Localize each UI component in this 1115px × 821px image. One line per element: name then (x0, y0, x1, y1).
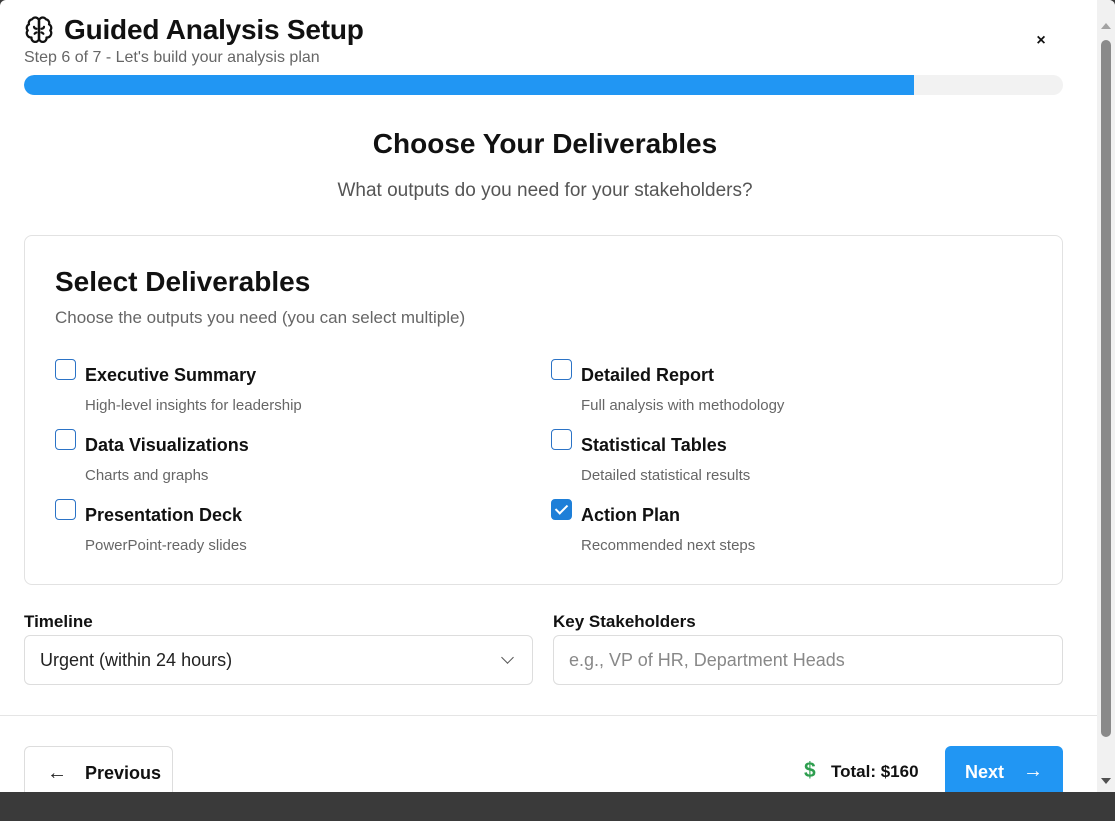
timeline-label: Timeline (24, 612, 93, 631)
scroll-thumb[interactable] (1101, 40, 1111, 737)
option-action-plan[interactable]: Action Plan Recommended next steps (551, 499, 1011, 559)
checkbox[interactable] (551, 359, 572, 380)
stakeholders-label: Key Stakeholders (553, 612, 696, 631)
progress-fill (24, 75, 915, 95)
total-price: Total: $160 (831, 762, 919, 781)
dialog-title: Guided Analysis Setup (64, 14, 364, 45)
option-label: Data Visualizations (85, 435, 249, 455)
dialog-header: Guided Analysis Setup Step 6 of 7 - Let'… (24, 12, 1064, 67)
checkbox[interactable] (55, 499, 76, 520)
step-description: What outputs do you need for your stakeh… (337, 180, 753, 201)
option-description: Detailed statistical results (581, 467, 751, 484)
card-subtitle: Choose the outputs you need (you can sel… (55, 308, 466, 327)
close-button[interactable]: × (1030, 30, 1052, 52)
option-detailed-report[interactable]: Detailed Report Full analysis with metho… (551, 359, 1011, 419)
scroll-down-arrow[interactable] (1101, 778, 1111, 784)
option-label: Action Plan (581, 505, 681, 525)
option-data-visualizations[interactable]: Data Visualizations Charts and graphs (55, 429, 515, 489)
option-description: High-level insights for leadership (85, 397, 302, 414)
checkbox[interactable] (551, 429, 572, 450)
option-label: Presentation Deck (85, 505, 243, 525)
footer-divider (0, 715, 1097, 716)
option-label: Statistical Tables (581, 435, 727, 455)
next-label: Next (965, 762, 1005, 782)
arrow-left-icon: ← (47, 762, 67, 784)
timeline-value: Urgent (within 24 hours) (40, 650, 233, 670)
card-title: Select Deliverables (55, 266, 311, 297)
option-description: Recommended next steps (581, 537, 756, 554)
option-executive-summary[interactable]: Executive Summary High-level insights fo… (55, 359, 515, 419)
option-statistical-tables[interactable]: Statistical Tables Detailed statistical … (551, 429, 1011, 489)
step-indicator: Step 6 of 7 - Let's build your analysis … (24, 49, 320, 66)
previous-button[interactable]: ← Previous (24, 746, 173, 792)
title-row: Guided Analysis Setup (24, 12, 1064, 48)
scrollbar[interactable] (1097, 0, 1115, 792)
previous-label: Previous (85, 763, 162, 783)
deliverables-card: Select Deliverables Choose the outputs y… (24, 235, 1063, 585)
guided-analysis-dialog: Guided Analysis Setup Step 6 of 7 - Let'… (0, 0, 1115, 792)
checkbox[interactable] (551, 499, 572, 520)
scroll-up-arrow[interactable] (1101, 23, 1111, 29)
option-description: Charts and graphs (85, 467, 209, 484)
stakeholders-input[interactable] (553, 635, 1063, 685)
option-label: Detailed Report (581, 365, 715, 385)
option-label: Executive Summary (85, 365, 257, 385)
arrow-right-icon: → (1023, 760, 1043, 782)
next-button[interactable]: Next → (945, 746, 1063, 792)
brain-icon (25, 16, 53, 43)
checkbox[interactable] (55, 359, 76, 380)
timeline-select[interactable]: Urgent (within 24 hours) (24, 635, 533, 685)
progress-bar (24, 75, 1063, 95)
chevron-down-icon (501, 651, 514, 664)
step-title: Choose Your Deliverables (372, 128, 718, 159)
option-description: Full analysis with methodology (581, 397, 785, 414)
option-description: PowerPoint-ready slides (85, 537, 247, 554)
checkbox[interactable] (55, 429, 76, 450)
option-presentation-deck[interactable]: Presentation Deck PowerPoint-ready slide… (55, 499, 515, 559)
dollar-icon: $ (804, 759, 816, 782)
